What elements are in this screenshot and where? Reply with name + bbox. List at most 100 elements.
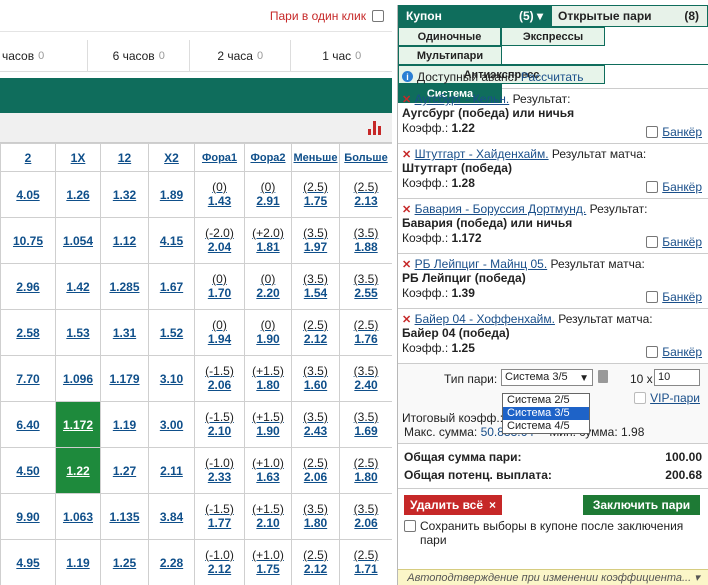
odds-cell[interactable]: 4.15 [148,217,195,264]
bet-match-link[interactable]: Аугсбург - Кельн. [415,92,510,106]
system-option-4-5[interactable]: Система 4/5 [503,420,589,433]
odds-cell[interactable]: 2.58 [0,309,56,356]
odds-cell[interactable]: 1.27 [100,447,149,494]
odds-cell[interactable]: 3.00 [148,401,195,448]
odds-cell-line[interactable]: (-1.0) 2.33 [194,447,245,494]
col-fora1[interactable]: Фора1 [194,143,245,172]
odds-cell[interactable]: 1.53 [55,309,101,356]
odds-cell[interactable]: 1.285 [100,263,149,310]
remove-bet-icon[interactable]: ✕ [402,259,411,271]
banker-toggle[interactable]: Банкёр [646,125,702,139]
odds-cell[interactable]: 1.19 [100,401,149,448]
multiplier-input[interactable]: 10 [654,369,700,386]
odds-cell-line[interactable]: (-1.0) 2.12 [194,539,245,585]
odds-cell[interactable]: 1.054 [55,217,101,264]
odds-cell[interactable]: 1.063 [55,493,101,540]
banker-toggle[interactable]: Банкёр [646,235,702,249]
bet-match-link[interactable]: Байер 04 - Хоффенхайм. [415,312,555,326]
odds-cell[interactable]: 1.42 [55,263,101,310]
banker-toggle[interactable]: Банкёр [646,345,702,359]
odds-cell[interactable]: 2.28 [148,539,195,585]
odds-cell-line[interactable]: (-1.5) 1.77 [194,493,245,540]
odds-cell-line[interactable]: (2.5) 1.80 [339,447,392,494]
col-under[interactable]: Меньше [291,143,340,172]
col-1x[interactable]: 1X [55,143,101,172]
odds-cell[interactable]: 2.96 [0,263,56,310]
odds-cell[interactable]: 1.67 [148,263,195,310]
odds-cell-line[interactable]: (0) 2.91 [244,171,292,218]
period-hours[interactable]: часов 0 [0,40,89,71]
tab-open-bets[interactable]: Открытые пари (8) [551,5,708,27]
odds-cell-line[interactable]: (3.5) 2.43 [291,401,340,448]
odds-cell[interactable]: 7.70 [0,355,56,402]
bet-match-link[interactable]: РБ Лейпциг - Майнц 05. [415,257,548,271]
banker-toggle[interactable]: Банкёр [646,290,702,304]
odds-cell-line[interactable]: (2.5) 1.75 [291,171,340,218]
statistics-icon[interactable] [368,121,382,135]
odds-cell[interactable]: 4.05 [0,171,56,218]
system-type-select[interactable]: Система 3/5 ▼ [501,369,593,386]
tab-singles[interactable]: Одиночные [398,27,501,46]
odds-cell-line[interactable]: (0) 1.90 [244,309,292,356]
vip-toggle[interactable]: VIP-пари [634,391,700,405]
odds-cell-line[interactable]: (2.5) 2.13 [339,171,392,218]
odds-cell-line[interactable]: (+1.5) 1.90 [244,401,292,448]
odds-cell[interactable]: 3.10 [148,355,195,402]
calculator-icon[interactable] [598,370,608,383]
delete-all-button[interactable]: Удалить всё × [404,495,503,515]
col-x2[interactable]: X2 [148,143,195,172]
tab-multi[interactable]: Мультипари [398,46,502,65]
odds-cell[interactable]: 1.19 [55,539,101,585]
odds-cell-line[interactable]: (3.5) 1.60 [291,355,340,402]
odds-cell-line[interactable]: (0) 1.43 [194,171,245,218]
system-option-3-5[interactable]: Система 3/5 [503,407,589,420]
odds-cell[interactable]: 1.135 [100,493,149,540]
odds-cell-line[interactable]: (3.5) 2.55 [339,263,392,310]
odds-cell[interactable]: 1.32 [100,171,149,218]
col-2[interactable]: 2 [0,143,56,172]
odds-cell-line[interactable]: (-1.5) 2.06 [194,355,245,402]
bet-match-link[interactable]: Штутгарт - Хайденхайм. [415,147,549,161]
one-click-checkbox[interactable] [372,9,384,22]
odds-cell-line[interactable]: (3.5) 1.97 [291,217,340,264]
banker-checkbox[interactable] [646,236,659,248]
odds-cell[interactable]: 3.84 [148,493,195,540]
odds-cell-line[interactable]: (+1.0) 1.75 [244,539,292,585]
odds-cell[interactable]: 1.31 [100,309,149,356]
period-2h[interactable]: 2 часа 0 [190,40,292,71]
odds-cell[interactable]: 1.179 [100,355,149,402]
bet-match-link[interactable]: Бавария - Боруссия Дортмунд. [415,202,587,216]
odds-cell-line[interactable]: (2.5) 1.76 [339,309,392,356]
odds-cell[interactable]: 1.52 [148,309,195,356]
odds-cell-line[interactable]: (0) 1.94 [194,309,245,356]
odds-cell[interactable]: 1.172 [55,401,101,448]
place-bet-button[interactable]: Заключить пари [583,495,700,515]
remove-bet-icon[interactable]: ✕ [402,94,411,106]
banker-checkbox[interactable] [646,126,659,138]
odds-cell-line[interactable]: (3.5) 2.06 [339,493,392,540]
remove-bet-icon[interactable]: ✕ [402,149,411,161]
banker-checkbox[interactable] [646,181,659,193]
odds-cell-line[interactable]: (-2.0) 2.04 [194,217,245,264]
odds-cell-line[interactable]: (2.5) 1.71 [339,539,392,585]
odds-cell[interactable]: 1.89 [148,171,195,218]
odds-cell-line[interactable]: (+1.0) 1.63 [244,447,292,494]
remove-bet-icon[interactable]: ✕ [402,314,411,326]
system-type-dropdown[interactable]: Система 2/5 Система 3/5 Система 4/5 [502,393,590,434]
odds-cell[interactable]: 1.096 [55,355,101,402]
odds-cell-line[interactable]: (+1.5) 1.80 [244,355,292,402]
odds-cell-line[interactable]: (2.5) 2.06 [291,447,340,494]
save-selections-checkbox[interactable] [404,520,416,532]
odds-cell-line[interactable]: (3.5) 2.40 [339,355,392,402]
odds-cell-line[interactable]: (0) 2.20 [244,263,292,310]
odds-cell[interactable]: 1.25 [100,539,149,585]
banker-checkbox[interactable] [646,346,659,358]
col-12[interactable]: 12 [100,143,149,172]
tab-express[interactable]: Экспрессы [501,27,605,46]
odds-cell-line[interactable]: (2.5) 2.12 [291,539,340,585]
vip-checkbox[interactable] [634,392,647,404]
odds-cell-line[interactable]: (+2.0) 1.81 [244,217,292,264]
odds-cell-line[interactable]: (3.5) 1.88 [339,217,392,264]
period-1h[interactable]: 1 час 0 [291,40,392,71]
odds-cell-line[interactable]: (3.5) 1.80 [291,493,340,540]
